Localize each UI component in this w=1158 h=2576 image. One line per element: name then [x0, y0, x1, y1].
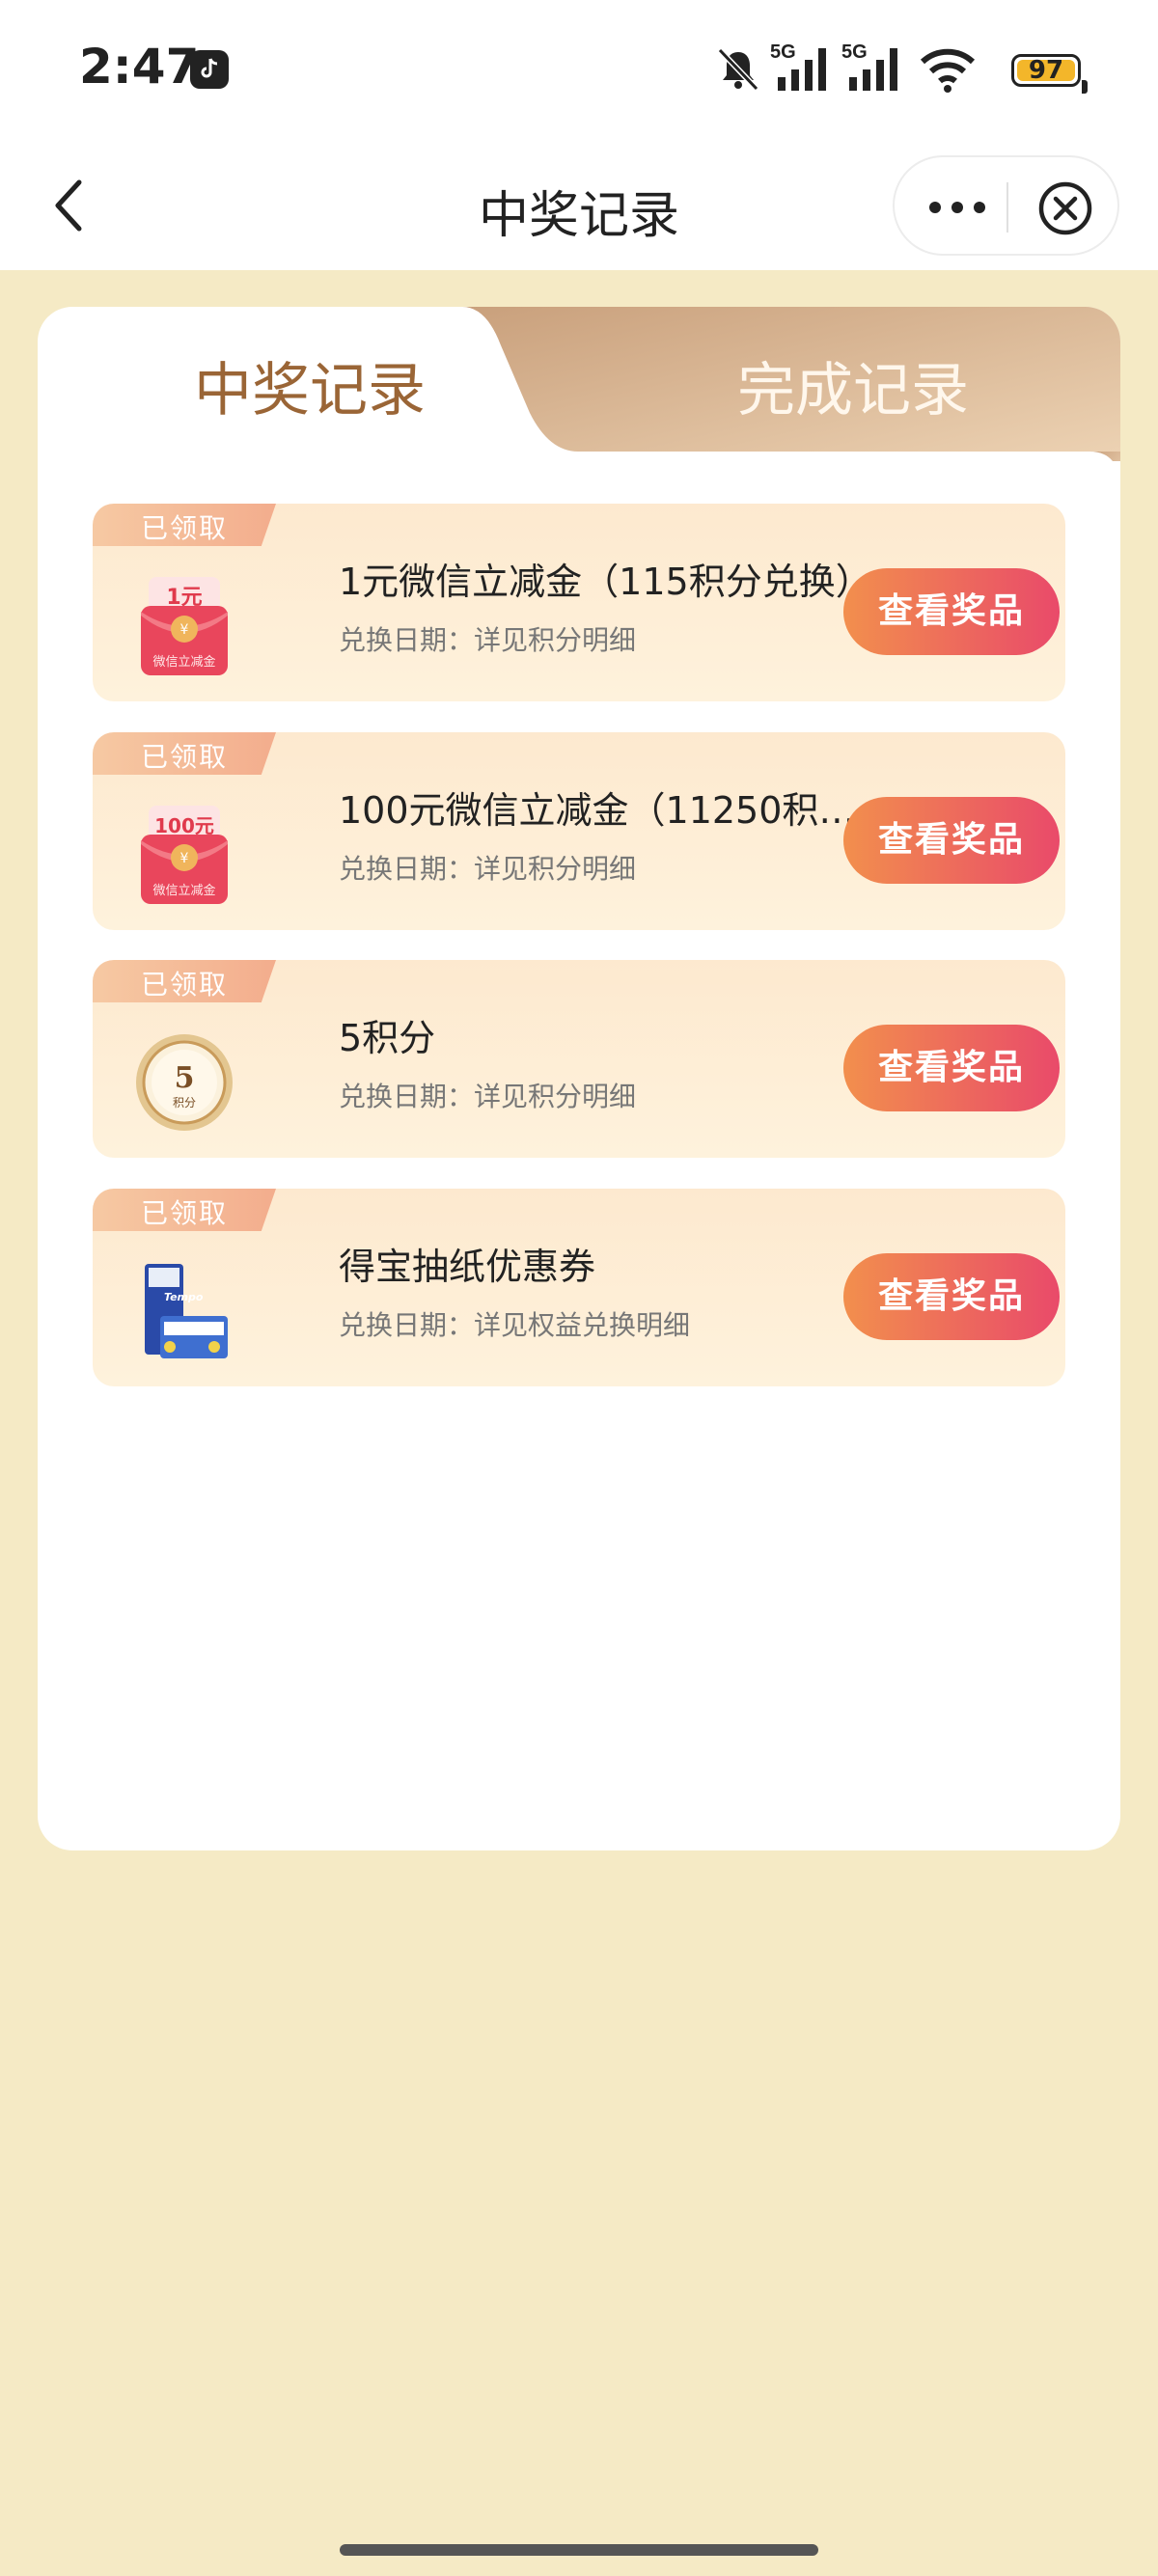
home-indicator[interactable]	[340, 2544, 818, 2556]
record-date: 兑换日期：详见积分明细	[339, 624, 637, 656]
svg-text:Tempo: Tempo	[164, 1291, 204, 1303]
svg-text:100元: 100元	[154, 814, 214, 837]
battery-icon: 97	[1011, 54, 1088, 94]
svg-text:微信立减金: 微信立减金	[152, 654, 215, 670]
record-item: 已领取 Tempo 得宝抽纸优惠券 兑换日期：详见权益兑换明细 查看奖品	[93, 1189, 1065, 1386]
status-time: 2:47	[79, 39, 200, 95]
view-prize-button[interactable]: 查看奖品	[843, 1025, 1060, 1111]
view-prize-button[interactable]: 查看奖品	[843, 797, 1060, 884]
status-icons: 5G 5G 97	[714, 39, 1088, 96]
tab-completed-records[interactable]: 完成记录	[737, 343, 969, 427]
record-date: 兑换日期：详见积分明细	[339, 1081, 637, 1112]
record-date: 兑换日期：详见积分明细	[339, 853, 637, 885]
svg-text:¥: ¥	[180, 622, 189, 638]
tab-winning-records[interactable]: 中奖记录	[194, 343, 426, 427]
status-badge-text: 已领取	[140, 969, 228, 1000]
svg-text:积分: 积分	[173, 1096, 196, 1110]
record-item: 已领取 ¥ 1元 微信立减金 1元微信立减金（115积分兑换） 兑换日期：详见积…	[93, 504, 1065, 701]
tiktok-icon	[190, 50, 229, 89]
svg-text:5G: 5G	[770, 41, 796, 63]
nav-bar: 中奖记录	[0, 140, 1158, 270]
view-prize-button[interactable]: 查看奖品	[843, 1253, 1060, 1340]
record-item: 已领取 5 积分 5积分 兑换日期：详见积分明细 查看奖品	[93, 960, 1065, 1158]
wifi-icon	[920, 48, 976, 93]
svg-text:1元: 1元	[166, 586, 202, 610]
svg-text:微信立减金: 微信立减金	[152, 883, 215, 898]
tissue-pack-icon: Tempo	[145, 1264, 228, 1358]
status-bar: 2:47 5G 5G 97	[0, 0, 1158, 140]
status-badge-text: 已领取	[140, 512, 228, 544]
record-title: 5积分	[339, 1017, 436, 1059]
view-prize-button[interactable]: 查看奖品	[843, 568, 1060, 655]
record-title: 100元微信立减金（11250积分兑换）	[339, 789, 879, 832]
mute-bell-icon	[717, 47, 759, 92]
close-icon[interactable]	[1037, 180, 1093, 236]
capsule-divider	[1006, 182, 1008, 233]
records-card: 中奖记录 完成记录 已领取 ¥ 1元 微信立减金 1元微信立减金（115积分兑换…	[38, 307, 1120, 1850]
battery-level: 97	[1028, 56, 1064, 85]
signal-5g-icon-2: 5G	[841, 41, 897, 91]
red-envelope-coupon-icon: ¥ 100元 微信立减金	[141, 806, 228, 904]
status-badge-text: 已领取	[140, 1197, 228, 1229]
svg-text:5G: 5G	[841, 41, 868, 63]
svg-text:¥: ¥	[180, 851, 189, 866]
points-coin-icon: 5 积分	[136, 1034, 233, 1131]
status-badge-text: 已领取	[140, 741, 228, 773]
record-title: 得宝抽纸优惠券	[339, 1246, 596, 1288]
record-item: 已领取 ¥ 100元 微信立减金 100元微信立减金（11250积分兑换） 兑换…	[93, 732, 1065, 930]
red-envelope-coupon-icon: ¥ 1元 微信立减金	[141, 577, 228, 675]
signal-5g-icon-1: 5G	[770, 41, 826, 91]
mini-program-capsule	[893, 155, 1119, 256]
record-title: 1元微信立减金（115积分兑换）	[339, 561, 872, 603]
svg-text:5: 5	[175, 1061, 195, 1095]
record-date: 兑换日期：详见权益兑换明细	[339, 1309, 691, 1341]
more-options-icon[interactable]	[924, 188, 991, 227]
